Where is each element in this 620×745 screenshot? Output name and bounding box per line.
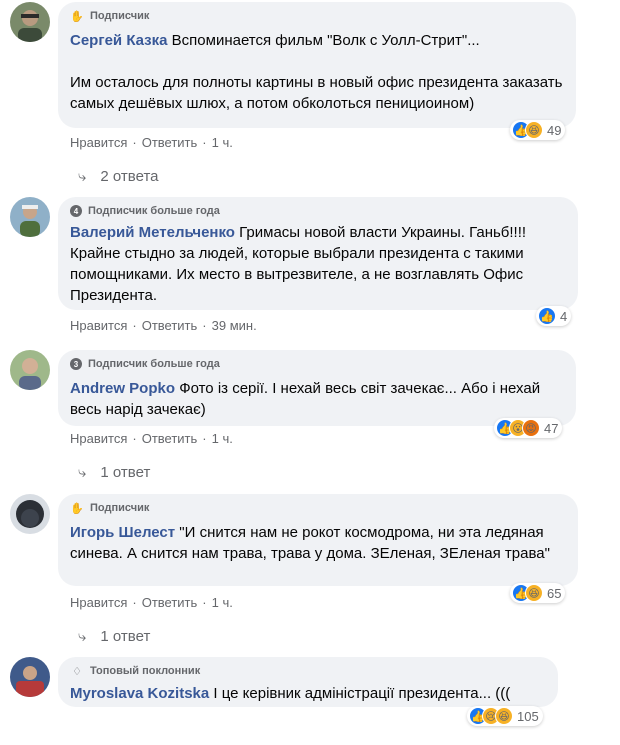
badge: 4 Подписчик больше года (70, 203, 566, 219)
reply-arrow-icon: ⤷ (78, 168, 87, 185)
reaction-summary[interactable]: 👍 😮 😡 47 (494, 418, 563, 438)
waving-hand-icon: ✋ (70, 502, 84, 515)
badge-label: Топовый поклонник (90, 665, 201, 677)
separator: · (202, 318, 207, 333)
comment-actions: Нравится · Ответить · 1 ч. (70, 595, 233, 610)
reply-arrow-icon: ⤷ (78, 464, 87, 481)
reply-link[interactable]: Ответить (142, 595, 198, 610)
like-link[interactable]: Нравится (70, 595, 127, 610)
timestamp[interactable]: 1 ч. (212, 135, 233, 150)
like-link[interactable]: Нравится (70, 135, 127, 150)
timestamp[interactable]: 1 ч. (212, 595, 233, 610)
comment-text-block: Myroslava Kozitska І це керівник адмініс… (70, 683, 546, 704)
author-name[interactable]: Myroslava Kozitska (70, 685, 209, 702)
separator: · (132, 595, 137, 610)
like-reaction-icon: 👍 (538, 307, 556, 325)
reply-link[interactable]: Ответить (142, 431, 198, 446)
reply-arrow-icon: ⤷ (78, 628, 87, 645)
comment-bubble: ✋ Подписчик Сергей Казка Вспоминается фи… (58, 2, 576, 128)
reply-link[interactable]: Ответить (142, 135, 198, 150)
author-name[interactable]: Andrew Popko (70, 380, 175, 397)
avatar[interactable] (10, 657, 50, 697)
reaction-summary[interactable]: 👍 4 (536, 306, 572, 326)
comment-actions: Нравится · Ответить · 1 ч. (70, 135, 233, 150)
badge-label: Подписчик больше года (88, 358, 220, 370)
reaction-count: 105 (517, 708, 539, 724)
angry-reaction-icon: 😡 (522, 419, 540, 437)
avatar[interactable] (10, 350, 50, 390)
haha-reaction-icon: 😆 (495, 707, 513, 725)
badge-label: Подписчик (90, 502, 150, 514)
view-replies-link[interactable]: ⤷ 1 ответ (78, 464, 150, 481)
reply-link[interactable]: Ответить (142, 318, 198, 333)
comment-bubble: 4 Подписчик больше года Валерий Метельче… (58, 197, 578, 310)
comment-actions: Нравится · Ответить · 39 мин. (70, 318, 257, 333)
comment-bubble: ♢ Топовый поклонник Myroslava Kozitska І… (58, 657, 558, 707)
comment-bubble: ✋ Подписчик Игорь Шелест "И снится нам н… (58, 494, 578, 586)
author-name[interactable]: Игорь Шелест (70, 524, 175, 541)
like-link[interactable]: Нравится (70, 431, 127, 446)
diamond-icon: ♢ (72, 665, 82, 678)
badge: 3 Подписчик больше года (70, 356, 564, 372)
timestamp[interactable]: 1 ч. (212, 431, 233, 446)
haha-reaction-icon: 😆 (525, 584, 543, 602)
view-replies-link[interactable]: ⤷ 1 ответ (78, 628, 150, 645)
badge: ✋ Подписчик (70, 8, 564, 24)
timestamp[interactable]: 39 мин. (212, 318, 257, 333)
badge: ✋ Подписчик (70, 500, 566, 516)
reaction-count: 47 (544, 420, 559, 436)
badge-label: Подписчик (90, 10, 150, 22)
comment-text-block: Сергей Казка Вспоминается фильм "Волк с … (70, 30, 564, 114)
reaction-summary[interactable]: 👍 😆 49 (510, 120, 566, 140)
view-replies-link[interactable]: ⤷ 2 ответа (78, 168, 159, 185)
badge-label: Подписчик больше года (88, 205, 220, 217)
comment-text-block: Andrew Popko Фото із серії. І нехай весь… (70, 378, 564, 420)
comment-bubble: 3 Подписчик больше года Andrew Popko Фот… (58, 350, 576, 426)
separator: · (132, 431, 137, 446)
separator: · (132, 135, 137, 150)
replies-label: 1 ответ (100, 464, 151, 481)
comment-actions: Нравится · Ответить · 1 ч. (70, 431, 233, 446)
author-name[interactable]: Сергей Казка (70, 32, 168, 49)
avatar[interactable] (10, 2, 50, 42)
replies-label: 2 ответа (100, 168, 159, 185)
separator: · (202, 431, 207, 446)
reaction-count: 65 (547, 585, 562, 601)
separator: · (132, 318, 137, 333)
comment-text: І це керівник адміністрації президента..… (213, 685, 511, 702)
waving-hand-icon: ✋ (70, 10, 84, 23)
reaction-count: 4 (560, 308, 568, 324)
separator: · (202, 135, 207, 150)
like-link[interactable]: Нравится (70, 318, 127, 333)
comment-text-block: Игорь Шелест "И снится нам не рокот косм… (70, 522, 566, 564)
avatar[interactable] (10, 197, 50, 237)
avatar[interactable] (10, 494, 50, 534)
badge: ♢ Топовый поклонник (70, 663, 546, 679)
reaction-summary[interactable]: 👍 😆 65 (510, 583, 566, 603)
badge-number: 3 (70, 358, 82, 370)
reaction-summary[interactable]: 👍 😢 😆 105 (467, 706, 543, 726)
comment-text-block: Валерий Метельченко Гримасы новой власти… (70, 222, 566, 306)
replies-label: 1 ответ (100, 628, 151, 645)
haha-reaction-icon: 😆 (525, 121, 543, 139)
separator: · (202, 595, 207, 610)
author-name[interactable]: Валерий Метельченко (70, 224, 235, 241)
badge-number: 4 (70, 205, 82, 217)
reaction-count: 49 (547, 122, 562, 138)
